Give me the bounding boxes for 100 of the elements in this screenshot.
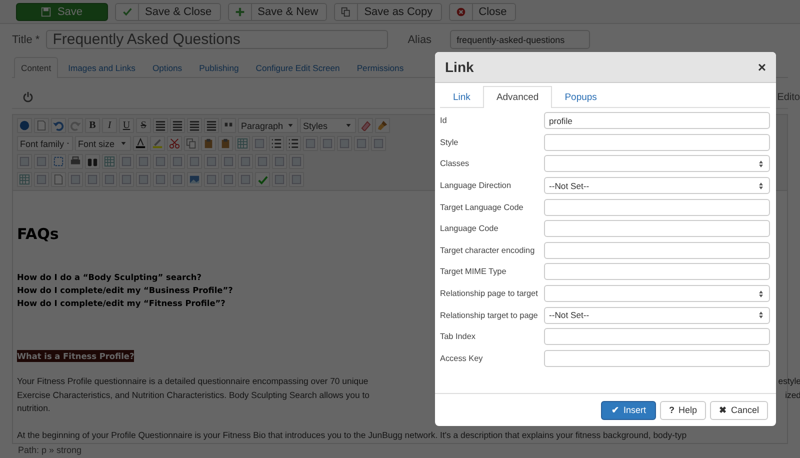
question-text: How do I do a “Body Sculpting” search?: [17, 271, 202, 284]
toggle-editor-button[interactable]: Edito: [777, 92, 800, 102]
tab[interactable]: Advanced: [483, 86, 552, 108]
align-lines-icon: [172, 120, 183, 131]
select-field[interactable]: [544, 285, 770, 302]
highlighted-heading: What is a Fitness Profile?: [17, 350, 134, 362]
dialog-title: Link: [445, 59, 474, 75]
toolbar-button[interactable]: Save & Close: [115, 3, 221, 21]
table-icon: [237, 138, 248, 149]
check-icon: [122, 7, 132, 17]
clipboard-icon: [203, 138, 214, 149]
paragraph-text: nutrition.: [17, 402, 50, 415]
input-field[interactable]: [544, 263, 770, 280]
tab[interactable]: Content: [14, 57, 58, 78]
toolbar-dropdown[interactable]: Paragraph: [238, 118, 298, 133]
field-label: Title *: [12, 34, 40, 46]
tab[interactable]: Permissions: [350, 57, 411, 78]
toolbar-icon: [356, 138, 367, 149]
up-down-arrows-icon: [757, 311, 765, 320]
toolbar-icon: [36, 174, 47, 185]
brush-icon: [377, 120, 388, 131]
dialog-button[interactable]: ✔ Insert: [601, 400, 656, 420]
field-label: Relationship page to target: [440, 289, 539, 298]
toolbar-icon: [189, 156, 200, 167]
tab[interactable]: Link: [440, 86, 484, 108]
toolbar-icon: [121, 174, 132, 185]
dialog-button[interactable]: ✖ Cancel: [710, 400, 768, 420]
table-icon: [19, 174, 30, 185]
page-icon: [36, 120, 47, 131]
toolbar-dropdown[interactable]: Styles: [300, 118, 356, 133]
field-label: Access Key: [440, 354, 484, 363]
align-lines-icon: [155, 120, 166, 131]
field-label: Alias: [408, 34, 432, 46]
highlight-icon: [152, 138, 163, 149]
toolbar-icon: [19, 156, 30, 167]
printer-icon: [70, 156, 81, 167]
up-down-arrows-icon: [757, 182, 765, 190]
tab[interactable]: Options: [145, 57, 190, 78]
input-field[interactable]: [544, 328, 770, 346]
list-icon: [271, 138, 282, 149]
toolbar-button[interactable]: Save as Copy: [334, 3, 442, 21]
clipboard-icon: [220, 138, 231, 149]
text-color-icon: [135, 138, 146, 149]
toolbar-icon: [155, 156, 166, 167]
toolbar-icon: [223, 174, 234, 185]
format-button[interactable]: S: [136, 118, 151, 133]
field-label: Target Language Code: [440, 202, 524, 212]
paragraph-text: Exercise Characteristics, and Nutrition Characteristics. Body Sculpting Search allows you to: [17, 388, 370, 402]
toolbar-icon: [172, 174, 183, 185]
toolbar-icon: [274, 174, 285, 185]
input-field[interactable]: [544, 242, 770, 259]
toolbar-icon: [104, 174, 115, 185]
toolbar-button[interactable]: Close: [448, 3, 516, 21]
power-icon: [22, 91, 34, 103]
select-field[interactable]: --Not Set--: [544, 177, 770, 194]
field-label: Target character encoding: [440, 246, 536, 255]
format-button[interactable]: B: [85, 118, 100, 133]
field-label: Classes: [440, 159, 470, 168]
toolbar-icon: [240, 174, 251, 185]
close-button[interactable]: ×: [758, 59, 766, 75]
align-lines-icon: [189, 120, 200, 131]
frame-icon: [53, 156, 64, 167]
tab[interactable]: Popups: [552, 86, 610, 108]
input-field[interactable]: [544, 220, 770, 238]
close-icon: [456, 7, 466, 17]
toolbar-dropdown[interactable]: Font size: [75, 136, 131, 151]
alias-field[interactable]: frequently-asked-questions: [450, 30, 590, 49]
image-icon: [189, 174, 200, 185]
tab[interactable]: Configure Edit Screen: [248, 57, 347, 78]
heading: FAQs: [17, 225, 59, 243]
toolbar-icon: [36, 156, 47, 167]
toolbar-button[interactable]: Save: [16, 3, 108, 21]
field-label: Tab Index: [440, 332, 477, 342]
toolbar-icon: [240, 156, 251, 167]
dialog-button[interactable]: ? Help: [660, 400, 706, 420]
up-down-arrows-icon: [757, 290, 765, 298]
title-field[interactable]: Frequently Asked Questions: [46, 30, 388, 49]
format-button[interactable]: U: [119, 118, 134, 133]
field-label: Target MIME Type: [440, 267, 508, 276]
format-button[interactable]: I: [102, 118, 117, 133]
toolbar-icon: [254, 138, 265, 149]
tab[interactable]: Images and Links: [61, 57, 142, 78]
field-label: Language Code: [440, 224, 500, 234]
toolbar-icon: [172, 156, 183, 167]
tab[interactable]: Publishing: [192, 57, 246, 78]
input-field[interactable]: profile: [544, 112, 770, 130]
align-lines-icon: [206, 120, 217, 131]
question-text: How do I complete/edit my “Business Profile”?: [17, 284, 233, 297]
input-field[interactable]: [544, 198, 770, 216]
input-field[interactable]: [544, 134, 770, 151]
select-field[interactable]: --Not Set--: [544, 306, 770, 324]
select-field[interactable]: [544, 155, 770, 172]
field-label: Id: [440, 116, 448, 126]
copy-icon: [186, 138, 197, 149]
plus-icon: [234, 7, 245, 17]
paragraph-text: Your Fitness Profile questionnaire is a detailed questionnaire encompassing over 70 unique: [17, 375, 368, 388]
input-field[interactable]: [544, 350, 770, 367]
toolbar-button[interactable]: Save & New: [228, 3, 328, 21]
redo-icon: [70, 120, 81, 131]
toolbar-dropdown[interactable]: Font family: [17, 136, 73, 151]
